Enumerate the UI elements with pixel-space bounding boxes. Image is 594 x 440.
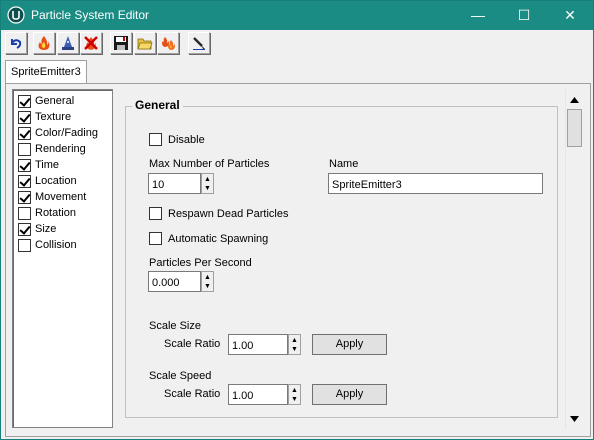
category-label: Rendering [35, 143, 86, 155]
respawn-checkbox-row[interactable]: Respawn Dead Particles [149, 207, 288, 220]
max-particles-spinner[interactable]: ▲ ▼ [201, 173, 214, 194]
name-label: Name [329, 158, 359, 170]
multi-fire-button[interactable] [157, 32, 179, 54]
scale-speed-apply-button[interactable]: Apply [312, 384, 387, 405]
auto-spawn-checkbox-row[interactable]: Automatic Spawning [149, 232, 268, 245]
respawn-checkbox[interactable] [149, 207, 162, 220]
unreal-logo-icon [7, 6, 25, 24]
auto-spawn-label: Automatic Spawning [168, 232, 269, 245]
category-checkbox[interactable] [18, 94, 31, 108]
open-button[interactable] [134, 32, 156, 54]
list-item-texture[interactable]: Texture [18, 109, 71, 125]
window-title: Particle System Editor [31, 8, 150, 22]
toolbar [2, 30, 593, 59]
scale-size-apply-button[interactable]: Apply [312, 334, 387, 355]
category-checkbox[interactable] [18, 206, 31, 220]
tab-sprite-emitter[interactable]: SpriteEmitter3 [5, 60, 87, 84]
category-checkbox[interactable] [18, 222, 31, 236]
particles-per-second-spinner[interactable]: ▲ ▼ [201, 271, 214, 292]
category-label: Movement [35, 191, 87, 203]
category-checkbox[interactable] [18, 142, 31, 156]
wizard-icon [62, 36, 74, 50]
save-button[interactable] [110, 32, 132, 54]
minimize-button[interactable]: — [455, 1, 501, 30]
category-checkbox[interactable] [18, 190, 31, 204]
delete-fire-button[interactable] [80, 32, 102, 54]
title-bar[interactable]: Particle System Editor — ☐ ✕ [1, 1, 593, 30]
fire-icon [38, 36, 50, 50]
particles-per-second-input[interactable] [148, 271, 201, 292]
multi-fire-icon [162, 37, 175, 50]
vertical-scrollbar[interactable] [565, 89, 583, 429]
spin-down-icon[interactable]: ▼ [289, 344, 300, 354]
scale-size-ratio-label: Scale Ratio [164, 338, 221, 350]
category-checkbox[interactable] [18, 238, 31, 252]
scrollbar-thumb[interactable] [567, 109, 582, 147]
fire-button[interactable] [33, 32, 55, 54]
category-checkbox[interactable] [18, 110, 31, 124]
category-label: Texture [35, 111, 72, 123]
undo-button[interactable] [5, 32, 27, 54]
category-checkbox[interactable] [18, 174, 31, 188]
list-item-time[interactable]: Time [18, 157, 59, 173]
delete-fire-icon [84, 36, 98, 50]
category-label: Size [35, 223, 57, 235]
maximize-button[interactable]: ☐ [501, 1, 547, 30]
scale-size-ratio-input[interactable] [228, 334, 288, 355]
spin-down-icon[interactable]: ▼ [202, 183, 213, 193]
list-item-rendering[interactable]: Rendering [18, 141, 86, 157]
scroll-up-icon[interactable] [566, 91, 583, 108]
floppy-disk-icon [114, 36, 128, 50]
category-label: Color/Fading [35, 127, 98, 139]
list-item-general[interactable]: General [18, 93, 74, 109]
category-label: Collision [35, 239, 77, 251]
category-label: Location [35, 175, 77, 187]
list-item-movement[interactable]: Movement [18, 189, 86, 205]
category-label: Time [35, 159, 60, 171]
category-label: General [35, 95, 75, 107]
group-title: General [132, 98, 183, 112]
scale-speed-ratio-spinner[interactable]: ▲ ▼ [288, 384, 301, 405]
scale-speed-label: Scale Speed [149, 370, 212, 382]
edit-button[interactable] [188, 32, 210, 54]
list-item-collision[interactable]: Collision [18, 237, 77, 253]
folder-icon [137, 38, 153, 50]
max-particles-label: Max Number of Particles [149, 158, 270, 170]
scale-size-ratio-spinner[interactable]: ▲ ▼ [288, 334, 301, 355]
category-label: Rotation [35, 207, 76, 219]
spin-down-icon[interactable]: ▼ [289, 394, 300, 404]
close-button[interactable]: ✕ [547, 1, 593, 30]
auto-spawn-checkbox[interactable] [149, 232, 162, 245]
disable-checkbox[interactable] [149, 133, 162, 146]
scale-speed-ratio-input[interactable] [228, 384, 288, 405]
undo-arrow-icon [11, 39, 22, 49]
list-item-color-fading[interactable]: Color/Fading [18, 125, 98, 141]
scale-speed-ratio-label: Scale Ratio [164, 388, 221, 400]
list-item-size[interactable]: Size [18, 221, 56, 237]
particles-per-second-label: Particles Per Second [149, 257, 252, 269]
category-checkbox[interactable] [18, 126, 31, 140]
max-particles-input[interactable] [148, 173, 201, 194]
category-checkbox[interactable] [18, 158, 31, 172]
property-category-list[interactable]: General Texture Color/Fading Rendering T… [12, 89, 113, 428]
respawn-label: Respawn Dead Particles [168, 207, 289, 220]
scroll-down-icon[interactable] [566, 410, 583, 427]
spin-down-icon[interactable]: ▼ [202, 281, 213, 291]
disable-checkbox-row[interactable]: Disable [149, 133, 205, 146]
scale-size-label: Scale Size [149, 320, 201, 332]
list-item-rotation[interactable]: Rotation [18, 205, 76, 221]
wizard-button[interactable] [57, 32, 79, 54]
particle-system-editor-window: Particle System Editor — ☐ ✕ SpriteEmitt… [0, 0, 594, 440]
name-input[interactable] [328, 173, 543, 194]
disable-label: Disable [168, 133, 205, 146]
pen-icon [193, 37, 205, 50]
list-item-location[interactable]: Location [18, 173, 77, 189]
